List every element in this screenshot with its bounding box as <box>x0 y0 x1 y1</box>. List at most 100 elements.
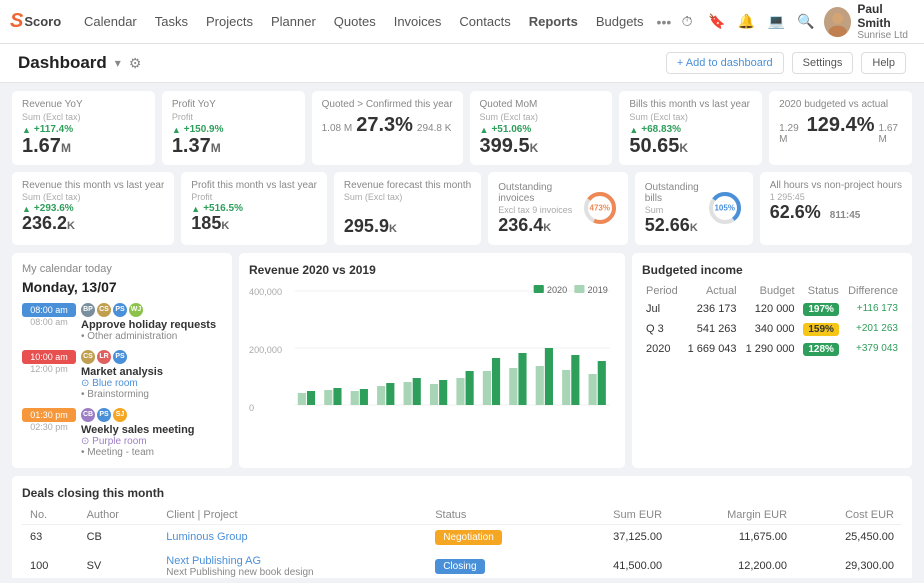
kpi-budgeted-actual: 2020 budgeted vs actual 1.29 M 129.4% 1.… <box>769 91 912 165</box>
svg-text:200,000: 200,000 <box>249 345 282 355</box>
calendar-card: My calendar today Monday, 13/07 08:00 am… <box>12 253 232 468</box>
budget-row-jul: Jul 236 173 120 000 197% +116 173 <box>642 299 902 319</box>
kpi-rev-month: Revenue this month vs last year Sum (Exc… <box>12 172 174 245</box>
svg-text:2020: 2020 <box>547 285 567 295</box>
nav-projects[interactable]: Projects <box>197 10 262 33</box>
kpi-all-hours: All hours vs non-project hours 1 295:45 … <box>760 172 912 245</box>
kpi-sub: Excl tax 9 invoices <box>498 205 574 215</box>
kpi-value: 399.5K <box>480 135 603 157</box>
donut-chart-invoices: 473% <box>582 190 618 226</box>
kpi-value: 236.4K <box>498 216 574 236</box>
donut-chart-bills: 105% <box>707 190 743 226</box>
budget-row-q3: Q 3 541 263 340 000 159% +201 263 <box>642 319 902 339</box>
nav-budgets[interactable]: Budgets <box>587 10 653 33</box>
user-company: Sunrise Ltd <box>857 30 914 41</box>
kpi-label: All hours vs non-project hours <box>770 180 902 191</box>
kpi-change: +51.06% <box>491 124 531 135</box>
cal-event-3: 01:30 pm 02:30 pm CB PS SJ Weekly sales … <box>22 408 222 458</box>
search-icon[interactable]: 🔍 <box>794 9 818 35</box>
timer-icon[interactable]: ⏱ <box>675 9 699 35</box>
deal-row-63: 63 CB Luminous Group Negotiation 37,125.… <box>22 524 902 549</box>
top-nav: S Scoro Calendar Tasks Projects Planner … <box>0 0 924 44</box>
logo[interactable]: S Scoro <box>10 10 75 33</box>
kpi-label: Profit YoY <box>172 99 295 110</box>
bookmark-icon[interactable]: 🔖 <box>705 9 729 35</box>
kpi-label: Revenue YoY <box>22 99 145 110</box>
user-avatar[interactable] <box>824 7 851 37</box>
nav-invoices[interactable]: Invoices <box>385 10 451 33</box>
deal-row-100: 100 SV Next Publishing AG Next Publishin… <box>22 549 902 578</box>
kpi-label: Outstanding invoices <box>498 182 574 204</box>
kpi-value: 62.6% 811:45 <box>770 203 902 223</box>
cal-event-2: 10:00 am 12:00 pm CS LR PS Market analys… <box>22 350 222 400</box>
nav-links: Calendar Tasks Projects Planner Quotes I… <box>75 10 675 34</box>
user-info[interactable]: Paul Smith Sunrise Ltd <box>857 2 914 42</box>
user-name: Paul Smith <box>857 2 914 31</box>
kpi-label: Bills this month vs last year <box>629 99 752 110</box>
kpi-value: 52.66K <box>645 216 699 236</box>
screen-icon[interactable]: 💻 <box>764 9 788 35</box>
kpi-profit-month: Profit this month vs last year Profit ▲ … <box>181 172 327 245</box>
kpi-row-2: Revenue this month vs last year Sum (Exc… <box>12 172 912 245</box>
kpi-sub: Sum (Excl tax) <box>22 192 164 202</box>
deals-closing-title: Deals closing this month <box>22 486 902 500</box>
kpi-row-1: Revenue YoY Sum (Excl tax) ▲ +117.4% 1.6… <box>12 91 912 165</box>
kpi-value: 50.65K <box>629 135 752 157</box>
deals-table: No. Author Client | Project Status Sum E… <box>22 506 902 578</box>
cal-event-1: 08:00 am 08:00 am BP CS PS WJ Approve ho… <box>22 303 222 342</box>
bell-icon[interactable]: 🔔 <box>735 9 759 35</box>
help-button[interactable]: Help <box>861 52 906 74</box>
filter-icon[interactable]: ⚙ <box>129 55 142 72</box>
budget-row-2020: 2020 1 669 043 1 290 000 128% +379 043 <box>642 339 902 359</box>
kpi-outstanding-invoices: Outstanding invoices Excl tax 9 invoices… <box>488 172 628 245</box>
nav-reports[interactable]: Reports <box>520 10 587 33</box>
kpi-change: +150.9% <box>184 124 224 135</box>
kpi-label: Revenue this month vs last year <box>22 180 164 191</box>
kpi-quoted-mom: Quoted MoM Sum (Excl tax) ▲ +51.06% 399.… <box>470 91 613 165</box>
dropdown-icon[interactable]: ▾ <box>115 56 121 70</box>
svg-text:400,000: 400,000 <box>249 287 282 297</box>
kpi-profit-yoy: Profit YoY Profit ▲ +150.9% 1.37M <box>162 91 305 165</box>
kpi-value: 1.67M <box>22 135 145 157</box>
kpi-sub: Sum (Excl tax) <box>480 112 603 122</box>
kpi-label: Quoted > Confirmed this year <box>322 99 453 110</box>
kpi-bills: Bills this month vs last year Sum (Excl … <box>619 91 762 165</box>
kpi-label: Quoted MoM <box>480 99 603 110</box>
nav-contacts[interactable]: Contacts <box>450 10 519 33</box>
chart-title: Revenue 2020 vs 2019 <box>249 263 615 277</box>
kpi-outstanding-bills: Outstanding bills Sum 52.66K 105% <box>635 172 753 245</box>
nav-planner[interactable]: Planner <box>262 10 325 33</box>
kpi-label: Revenue forecast this month <box>344 180 471 191</box>
svg-text:2019: 2019 <box>588 285 608 295</box>
kpi-sub: Sum <box>645 205 699 215</box>
kpi-change: +68.83% <box>641 124 681 135</box>
kpi-label: 2020 budgeted vs actual <box>779 99 902 110</box>
kpi-quoted-confirmed: Quoted > Confirmed this year 1.08 M 27.3… <box>312 91 463 165</box>
svg-text:0: 0 <box>249 403 254 413</box>
deals-closing-card: Deals closing this month No. Author Clie… <box>12 476 912 578</box>
nav-calendar[interactable]: Calendar <box>75 10 146 33</box>
add-to-dashboard-button[interactable]: + Add to dashboard <box>666 52 784 74</box>
kpi-value: 295.9K <box>344 217 471 237</box>
kpi-label: Profit this month vs last year <box>191 180 317 191</box>
kpi-value: 185K <box>191 214 317 234</box>
kpi-change: +117.4% <box>34 124 73 135</box>
budget-table: Period Actual Budget Status Difference J… <box>642 283 902 359</box>
calendar-day: Monday, 13/07 <box>22 279 222 295</box>
nav-tasks[interactable]: Tasks <box>146 10 197 33</box>
nav-quotes[interactable]: Quotes <box>325 10 385 33</box>
budgeted-income-card: Budgeted income Period Actual Budget Sta… <box>632 253 912 468</box>
dashboard-header: Dashboard ▾ ⚙ + Add to dashboard Setting… <box>0 44 924 83</box>
kpi-label: Outstanding bills <box>645 182 699 204</box>
kpi-sub: Sum (Excl tax) <box>344 192 471 202</box>
kpi-revenue-yoy: Revenue YoY Sum (Excl tax) ▲ +117.4% 1.6… <box>12 91 155 165</box>
chart-area: 400,000 200,000 0 <box>249 283 615 438</box>
kpi-value: 236.2K <box>22 214 164 234</box>
kpi-value: 1.37M <box>172 135 295 157</box>
revenue-chart-card: Revenue 2020 vs 2019 400,000 200,000 0 <box>239 253 625 468</box>
settings-button[interactable]: Settings <box>792 52 854 74</box>
nav-more-icon[interactable]: ••• <box>653 10 676 34</box>
kpi-rev-forecast: Revenue forecast this month Sum (Excl ta… <box>334 172 481 245</box>
main-content: Revenue YoY Sum (Excl tax) ▲ +117.4% 1.6… <box>0 83 924 578</box>
kpi-sub: Sum (Excl tax) <box>22 112 145 122</box>
